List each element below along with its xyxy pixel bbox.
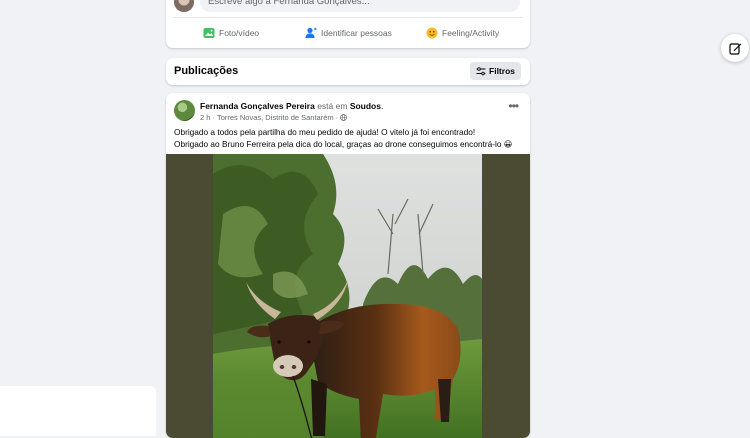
place-name[interactable]: Soudos [350, 101, 381, 111]
user-avatar[interactable] [174, 0, 194, 12]
tag-people-icon [305, 27, 317, 38]
photo-video-button[interactable]: Foto/vídeo [203, 24, 259, 42]
globe-icon [340, 114, 348, 121]
author-avatar[interactable] [174, 100, 195, 121]
post-text: Obrigado a todos pela partilha do meu pe… [174, 126, 524, 150]
smiley-icon [426, 27, 438, 39]
tag-people-label: Identificar pessoas [321, 28, 392, 38]
tag-people-button[interactable]: Identificar pessoas [305, 24, 392, 42]
post-time[interactable]: 2 h [200, 113, 210, 122]
feeling-activity-label: Feeling/Activity [442, 28, 500, 38]
photo-video-icon [203, 28, 215, 38]
filters-label: Filtros [489, 66, 515, 76]
more-options-icon[interactable]: ••• [508, 99, 519, 113]
post-card: Fernanda Gonçalves Pereira está em Soudo… [166, 93, 530, 438]
publications-header: Publicações Filtros [166, 58, 530, 85]
edit-icon [728, 42, 741, 55]
bull-photo [213, 154, 482, 438]
post-text-line: Obrigado a todos pela partilha do meu pe… [174, 127, 476, 137]
post-location[interactable]: Torres Novas, Distrito de Santarém [217, 113, 334, 122]
location-connector: está em [317, 101, 348, 111]
post-text-line: Obrigado ao Bruno Ferreira pela dica do … [174, 139, 502, 149]
author-name[interactable]: Fernanda Gonçalves Pereira [200, 101, 315, 111]
composer-input[interactable]: Escreve algo a Fernanda Gonçalves... [200, 0, 520, 12]
feeling-activity-button[interactable]: Feeling/Activity [426, 24, 499, 42]
new-message-button[interactable] [721, 34, 749, 62]
grinning-emoji: 😀 [503, 139, 513, 149]
post-header: Fernanda Gonçalves Pereira está em Soudo… [200, 101, 384, 111]
post-composer: Escreve algo a Fernanda Gonçalves... Fot… [166, 0, 530, 48]
filters-icon [476, 66, 486, 75]
photo-video-label: Foto/vídeo [219, 28, 260, 38]
filters-button[interactable]: Filtros [470, 62, 521, 80]
side-panel [0, 386, 156, 436]
publications-title: Publicações [174, 65, 239, 77]
divider [174, 17, 522, 18]
post-meta: 2 h · Torres Novas, Distrito de Santarém… [200, 113, 348, 122]
post-image[interactable] [166, 154, 530, 438]
